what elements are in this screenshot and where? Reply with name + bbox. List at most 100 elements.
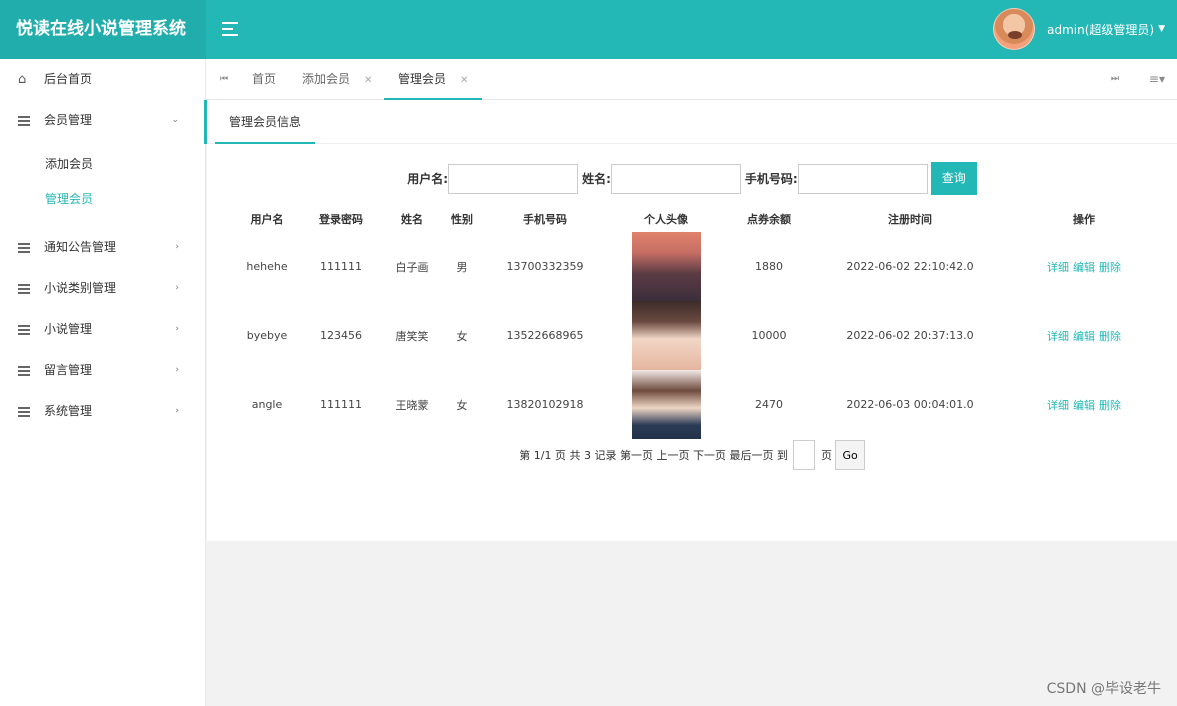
phone-input[interactable] — [797, 163, 928, 194]
sidebar-item-system[interactable]: 系统管理 › — [0, 391, 205, 432]
sidebar-item-label: 留言管理 — [44, 363, 93, 377]
table-row: hehehe 111111 白子画 男 13700332359 1880 202… — [227, 232, 1169, 301]
go-button[interactable]: Go — [835, 440, 865, 470]
col-password: 登录密码 — [319, 213, 363, 226]
skip-forward-icon[interactable]: ⏭ — [1111, 59, 1119, 100]
member-photo — [631, 301, 701, 370]
col-username: 用户名 — [250, 213, 284, 226]
app-title: 悦读在线小说管理系统 — [0, 0, 206, 59]
sidebar-item-label: 小说类别管理 — [44, 281, 117, 295]
page-number-input[interactable] — [793, 440, 816, 470]
cell-name: 唐笑笑 — [395, 329, 429, 343]
list-icon — [18, 268, 32, 309]
menu-toggle-icon[interactable] — [222, 22, 238, 36]
page-unit-label: 页 — [820, 449, 832, 462]
list-icon — [18, 100, 32, 141]
chevron-right-icon: › — [175, 406, 179, 416]
submenu-members: 添加会员 管理会员 — [0, 141, 205, 227]
chevron-right-icon: › — [175, 283, 179, 293]
search-form: 用户名: 姓名: 手机号码: 查询 — [207, 162, 1177, 195]
close-icon[interactable]: ✕ — [364, 75, 372, 86]
sidebar-item-notices[interactable]: 通知公告管理 › — [0, 227, 205, 268]
username-label: 用户名: — [407, 171, 449, 186]
sidebar-item-messages[interactable]: 留言管理 › — [0, 350, 205, 391]
accent-bar — [204, 100, 207, 144]
sidebar-item-label: 通知公告管理 — [44, 240, 117, 254]
sidebar: ⌂ 后台首页 会员管理 ⌄ 添加会员 管理会员 通知公告管理 › 小说类别管理 … — [0, 59, 206, 706]
tab-add-member[interactable]: 添加会员 ✕ — [302, 59, 372, 100]
cell-username: angle — [251, 398, 283, 411]
sidebar-item-label: 系统管理 — [44, 404, 93, 418]
edit-link[interactable]: 编辑 — [1073, 399, 1095, 412]
chevron-right-icon: › — [175, 324, 179, 334]
cell-balance: 10000 — [751, 329, 787, 342]
edit-link[interactable]: 编辑 — [1073, 330, 1095, 343]
delete-link[interactable]: 删除 — [1099, 261, 1121, 274]
username-input[interactable] — [448, 163, 579, 194]
list-icon — [18, 391, 32, 432]
list-icon — [18, 350, 32, 391]
skip-back-icon[interactable]: ⏮ — [220, 59, 228, 100]
cell-phone: 13700332359 — [506, 260, 584, 273]
list-icon — [18, 309, 32, 350]
sidebar-item-home[interactable]: ⌂ 后台首页 — [0, 59, 205, 100]
cell-phone: 13522668965 — [506, 329, 584, 342]
sidebar-item-novels[interactable]: 小说管理 › — [0, 309, 205, 350]
content-title: 管理会员信息 — [215, 100, 316, 144]
close-icon[interactable]: ✕ — [460, 75, 468, 86]
detail-link[interactable]: 详细 — [1047, 399, 1069, 412]
pagination-text: 第 1/1 页 共 3 记录 第一页 上一页 下一页 最后一页 到 — [519, 449, 788, 462]
chevron-right-icon: › — [175, 365, 179, 375]
content-tab-bar: 管理会员信息 — [204, 100, 1177, 144]
sidebar-item-label: 会员管理 — [44, 113, 93, 127]
col-phone: 手机号码 — [523, 213, 567, 226]
sidebar-subitem-add-member[interactable]: 添加会员 — [0, 147, 205, 182]
detail-link[interactable]: 详细 — [1047, 261, 1069, 274]
col-actions: 操作 — [1073, 213, 1095, 226]
cell-register-time: 2022-06-02 20:37:13.0 — [846, 329, 974, 342]
content-panel: 管理会员信息 用户名: 姓名: 手机号码: 查询 用户名 登录密码 姓名 性别 手机号… — [204, 100, 1177, 541]
col-name: 姓名 — [401, 213, 423, 226]
search-button[interactable]: 查询 — [930, 162, 977, 195]
pagination: 第 1/1 页 共 3 记录 第一页 上一页 下一页 最后一页 到 页 Go — [207, 440, 1177, 470]
table-row: byebye 123456 唐笑笑 女 13522668965 10000 20… — [227, 301, 1169, 370]
name-input[interactable] — [610, 163, 741, 194]
detail-link[interactable]: 详细 — [1047, 330, 1069, 343]
list-icon — [18, 227, 32, 268]
delete-link[interactable]: 删除 — [1099, 330, 1121, 343]
cell-gender: 女 — [456, 329, 468, 343]
watermark: CSDN @毕设老牛 — [1046, 681, 1161, 697]
col-register-time: 注册时间 — [888, 213, 932, 226]
tab-label: 管理会员 — [398, 72, 447, 86]
chevron-right-icon: › — [175, 242, 179, 252]
sidebar-item-label: 小说管理 — [44, 322, 93, 336]
tab-home[interactable]: 首页 — [252, 59, 276, 100]
cell-actions: 详细 编辑 删除 — [999, 232, 1169, 301]
sidebar-item-members[interactable]: 会员管理 ⌄ — [0, 100, 205, 141]
members-table: 用户名 登录密码 姓名 性别 手机号码 个人头像 点券余额 注册时间 操作 he… — [227, 206, 1169, 439]
member-photo — [631, 232, 701, 301]
name-label: 姓名: — [582, 171, 611, 186]
cell-password: 111111 — [320, 260, 362, 273]
cell-gender: 女 — [456, 398, 468, 412]
sidebar-item-categories[interactable]: 小说类别管理 › — [0, 268, 205, 309]
cell-username: byebye — [246, 329, 288, 342]
table-row: angle 111111 王晓蒙 女 13820102918 2470 2022… — [227, 370, 1169, 439]
sidebar-item-label: 后台首页 — [44, 72, 93, 86]
cell-actions: 详细 编辑 删除 — [999, 301, 1169, 370]
cell-name: 白子画 — [395, 260, 429, 274]
phone-label: 手机号码: — [744, 171, 798, 186]
tab-label: 添加会员 — [302, 72, 351, 86]
cell-password: 123456 — [320, 329, 362, 342]
cell-actions: 详细 编辑 删除 — [999, 370, 1169, 439]
home-icon: ⌂ — [18, 72, 27, 87]
top-bar: 悦读在线小说管理系统 admin(超级管理员) ▼ — [0, 0, 1177, 59]
user-menu[interactable]: admin(超级管理员) ▼ — [993, 8, 1165, 50]
tab-menu-icon[interactable]: ≡▾ — [1149, 59, 1165, 100]
sidebar-subitem-manage-member[interactable]: 管理会员 — [0, 182, 205, 217]
delete-link[interactable]: 删除 — [1099, 399, 1121, 412]
cell-phone: 13820102918 — [506, 398, 584, 411]
col-avatar: 个人头像 — [644, 213, 688, 226]
edit-link[interactable]: 编辑 — [1073, 261, 1095, 274]
tab-manage-member[interactable]: 管理会员 ✕ — [384, 59, 483, 100]
